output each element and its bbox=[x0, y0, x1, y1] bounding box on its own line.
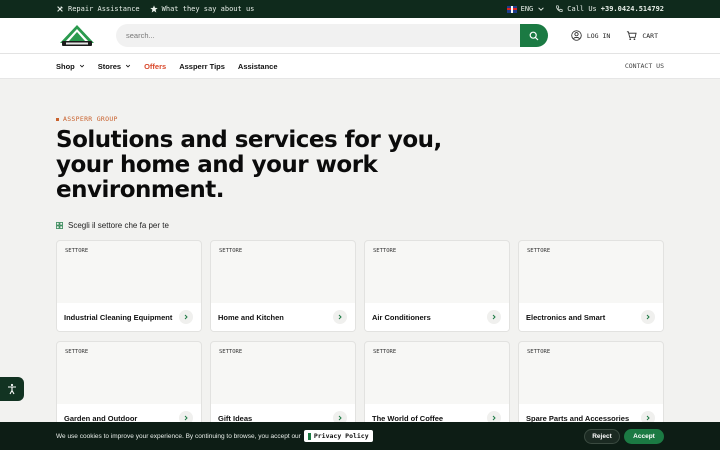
sector-tag: SETTORE bbox=[527, 248, 551, 254]
chevron-right-icon bbox=[338, 314, 342, 320]
sector-tag: SETTORE bbox=[65, 248, 89, 254]
nav-item-offers[interactable]: Offers bbox=[144, 62, 166, 71]
nav-item-assistance[interactable]: Assistance bbox=[238, 62, 278, 71]
assperr-logo[interactable] bbox=[58, 24, 96, 48]
search-bar bbox=[116, 24, 548, 47]
nav-item-label: Assperr Tips bbox=[179, 61, 225, 71]
nav-item-label: Assistance bbox=[237, 61, 278, 71]
accessibility-icon bbox=[8, 383, 16, 395]
reject-button[interactable]: Reject bbox=[584, 429, 620, 444]
hero-title: Solutions and services for you, your hom… bbox=[56, 127, 442, 203]
nav-item-label: Offers bbox=[144, 61, 167, 71]
card-arrow-button[interactable] bbox=[641, 310, 655, 324]
nav-item-shop[interactable]: Shop bbox=[56, 62, 85, 71]
user-icon bbox=[571, 30, 582, 41]
repair-assistance-label: Repair Assistance bbox=[68, 5, 140, 13]
top-bar: Repair Assistance What they say about us… bbox=[0, 0, 720, 18]
sector-name: Industrial Cleaning Equipment bbox=[64, 312, 173, 322]
language-selector[interactable]: ENG bbox=[506, 5, 546, 13]
card-footer: Industrial Cleaning Equipment bbox=[57, 303, 201, 331]
sector-card-spare-parts[interactable]: SETTORE Spare Parts and Accessories bbox=[518, 341, 664, 433]
card-arrow-button[interactable] bbox=[487, 310, 501, 324]
sector-name: Home and Kitchen bbox=[218, 312, 284, 322]
sector-hint-label: Scegli il settore che fa per te bbox=[68, 221, 169, 230]
sector-card-electronics-smart[interactable]: SETTORE Electronics and Smart bbox=[518, 240, 664, 332]
nav-item-stores[interactable]: Stores bbox=[98, 62, 131, 71]
nav-item-label: Stores bbox=[97, 61, 122, 71]
card-footer: Electronics and Smart bbox=[519, 303, 663, 331]
sector-card-garden-outdoor[interactable]: SETTORE Garden and Outdoor bbox=[56, 341, 202, 433]
sector-name: Air Conditioners bbox=[372, 312, 431, 322]
chevron-right-icon bbox=[338, 415, 342, 421]
sector-tag: SETTORE bbox=[65, 349, 89, 355]
repair-assistance-link[interactable]: Repair Assistance bbox=[56, 5, 140, 13]
call-us-label: Call Us bbox=[567, 5, 597, 13]
reviews-label: What they say about us bbox=[161, 5, 255, 13]
policy-icon bbox=[307, 432, 311, 440]
phone-icon bbox=[556, 5, 563, 12]
nav-item-tips[interactable]: Assperr Tips bbox=[179, 62, 225, 71]
chevron-right-icon bbox=[492, 415, 496, 421]
sector-tag: SETTORE bbox=[527, 349, 551, 355]
sector-card-coffee[interactable]: SETTORE The World of Coffee bbox=[364, 341, 510, 433]
contact-us-link[interactable]: CONTACT US bbox=[625, 62, 664, 70]
chevron-down-icon bbox=[538, 7, 545, 11]
language-label: ENG bbox=[520, 5, 534, 13]
chevron-right-icon bbox=[184, 314, 188, 320]
sector-tag: SETTORE bbox=[373, 248, 397, 254]
chevron-down-icon bbox=[125, 64, 131, 68]
chevron-down-icon bbox=[79, 64, 84, 68]
card-footer: Air Conditioners bbox=[365, 303, 509, 331]
chevron-right-icon bbox=[646, 314, 650, 320]
hero-eyebrow: ASSPERR GROUP bbox=[56, 115, 118, 123]
sector-hint: Scegli il settore che fa per te bbox=[56, 221, 169, 230]
cookie-banner: We use cookies to improve your experienc… bbox=[0, 422, 720, 450]
sector-card-air-conditioners[interactable]: SETTORE Air Conditioners bbox=[364, 240, 510, 332]
accept-button[interactable]: Accept bbox=[624, 429, 664, 444]
cart-label: CART bbox=[642, 31, 658, 40]
sector-name: Electronics and Smart bbox=[526, 312, 606, 322]
sector-tag: SETTORE bbox=[373, 349, 397, 355]
accessibility-button[interactable] bbox=[0, 377, 24, 401]
reviews-link[interactable]: What they say about us bbox=[149, 5, 255, 13]
main-nav: Shop Stores Offers Assperr Tips Assistan… bbox=[0, 54, 720, 79]
search-icon bbox=[529, 31, 539, 40]
privacy-policy-link[interactable]: Privacy Policy bbox=[303, 430, 373, 442]
cookie-message: We use cookies to improve your experienc… bbox=[56, 432, 301, 440]
chevron-right-icon bbox=[646, 415, 650, 421]
card-footer: Home and Kitchen bbox=[211, 303, 355, 331]
login-label: LOG IN bbox=[586, 31, 611, 40]
grid-icon bbox=[56, 222, 63, 229]
sector-card-home-kitchen[interactable]: SETTORE Home and Kitchen bbox=[210, 240, 356, 332]
privacy-policy-label: Privacy Policy bbox=[313, 432, 369, 440]
sector-card-industrial-cleaning[interactable]: SETTORE Industrial Cleaning Equipment bbox=[56, 240, 202, 332]
phone-number: +39.0424.514792 bbox=[600, 5, 664, 13]
search-input[interactable] bbox=[116, 31, 516, 40]
cart-link[interactable]: CART bbox=[626, 30, 658, 41]
bullet-icon bbox=[56, 117, 59, 121]
wrench-icon bbox=[57, 6, 63, 12]
uk-flag-icon bbox=[506, 5, 517, 13]
star-icon bbox=[149, 5, 158, 13]
cart-icon bbox=[627, 31, 637, 40]
card-arrow-button[interactable] bbox=[333, 310, 347, 324]
nav-item-label: Shop bbox=[56, 61, 75, 71]
eyebrow-label: ASSPERR GROUP bbox=[63, 115, 118, 123]
search-button[interactable] bbox=[520, 24, 548, 47]
call-us-link[interactable]: Call Us +39.0424.514792 bbox=[555, 5, 664, 13]
chevron-right-icon bbox=[492, 314, 496, 320]
login-link[interactable]: LOG IN bbox=[571, 30, 610, 41]
sector-card-gift-ideas[interactable]: SETTORE Gift Ideas bbox=[210, 341, 356, 433]
sector-tag: SETTORE bbox=[219, 248, 243, 254]
card-arrow-button[interactable] bbox=[179, 310, 193, 324]
chevron-right-icon bbox=[184, 415, 188, 421]
sector-tag: SETTORE bbox=[219, 349, 243, 355]
main-header: LOG IN CART bbox=[0, 18, 720, 54]
